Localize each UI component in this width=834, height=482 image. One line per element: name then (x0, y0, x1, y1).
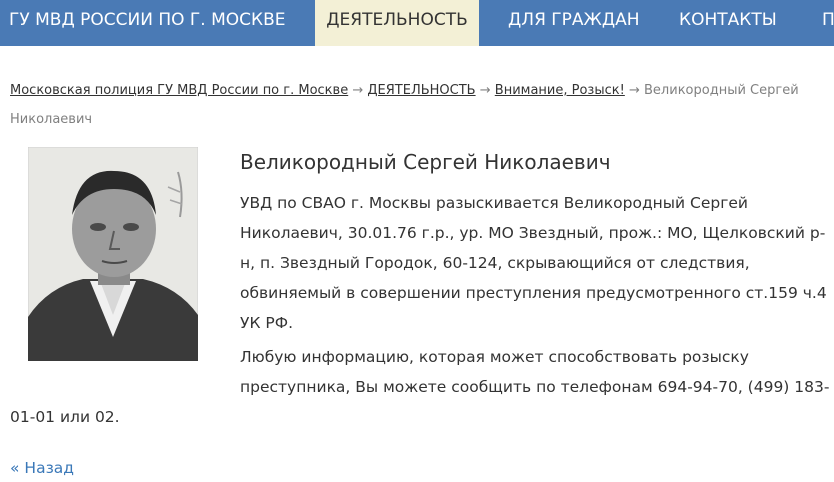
nav-item-for-citizens[interactable]: ДЛЯ ГРАЖДАН (508, 0, 640, 46)
breadcrumb-separator: → (479, 83, 491, 98)
nav-item-more[interactable]: П (822, 0, 834, 46)
back-link[interactable]: « Назад (10, 454, 74, 482)
breadcrumb-separator: → (352, 83, 364, 98)
breadcrumb-link-wanted[interactable]: Внимание, Розыск! (495, 83, 625, 98)
breadcrumb-separator: → (628, 83, 640, 98)
breadcrumb-link-home[interactable]: Московская полиция ГУ МВД России по г. М… (10, 83, 348, 98)
breadcrumb: Московская полиция ГУ МВД России по г. М… (10, 76, 800, 134)
breadcrumb-link-activity[interactable]: ДЕЯТЕЛЬНОСТЬ (367, 83, 475, 98)
top-navigation: ГУ МВД РОССИИ ПО Г. МОСКВЕ ДЕЯТЕЛЬНОСТЬ … (0, 0, 834, 46)
article-body: УВД по СВАО г. Москвы разыскивается Вели… (10, 188, 830, 436)
nav-item-gu-mvd[interactable]: ГУ МВД РОССИИ ПО Г. МОСКВЕ (0, 0, 301, 46)
page-title: Великородный Сергей Николаевич (240, 150, 611, 174)
nav-item-activity[interactable]: ДЕЯТЕЛЬНОСТЬ (315, 0, 479, 46)
nav-item-contacts[interactable]: КОНТАКТЫ (679, 0, 777, 46)
photo-spacer (10, 188, 240, 398)
